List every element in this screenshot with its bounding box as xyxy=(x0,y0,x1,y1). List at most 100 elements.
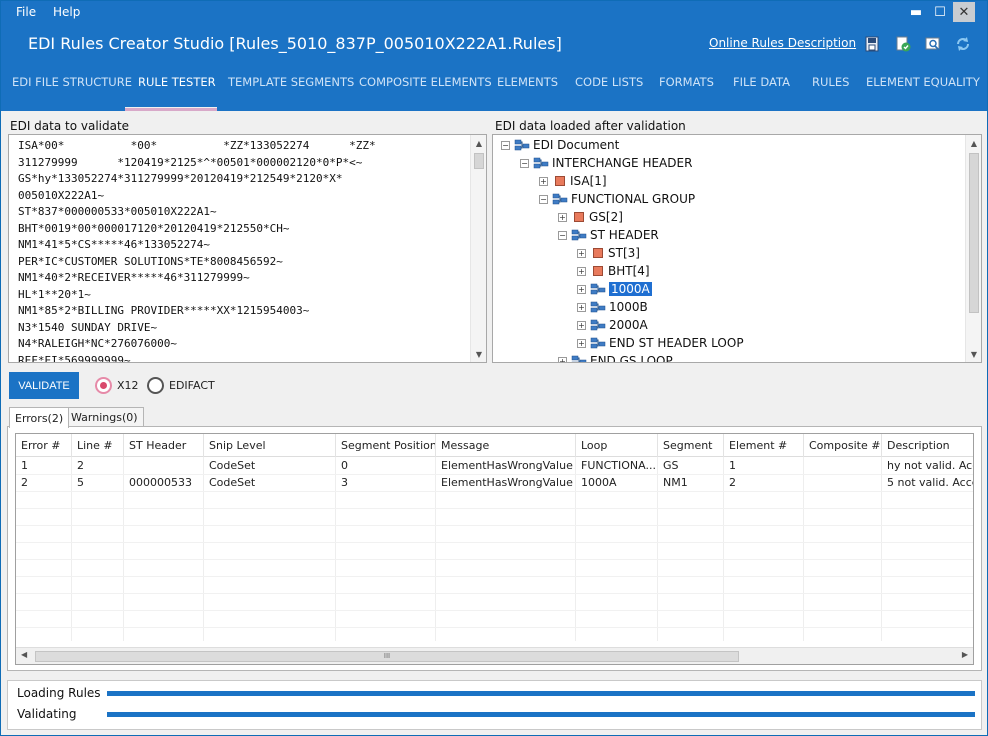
radio-selected-icon[interactable] xyxy=(95,377,112,394)
tab-rules[interactable]: RULES xyxy=(812,75,849,89)
tree-node-label[interactable]: 2000A xyxy=(609,318,648,332)
tab-warnings[interactable]: Warnings(0) xyxy=(65,407,144,427)
column-header[interactable]: Loop xyxy=(576,434,658,457)
tree-node-label[interactable]: BHT[4] xyxy=(608,264,650,278)
tree-node-label[interactable]: EDI Document xyxy=(533,138,619,152)
tree-node[interactable]: + ISA[1] xyxy=(539,172,607,190)
tab-composite-elements[interactable]: COMPOSITE ELEMENTS xyxy=(359,75,492,89)
expand-icon[interactable]: + xyxy=(577,302,586,312)
tree-node-label[interactable]: FUNCTIONAL GROUP xyxy=(571,192,695,206)
tree-node[interactable]: − FUNCTIONAL GROUP xyxy=(539,190,695,208)
tree-node[interactable]: + END GS LOOP xyxy=(558,352,673,362)
tree-node-label[interactable]: ST HEADER xyxy=(590,228,659,242)
tree-node[interactable]: + END ST HEADER LOOP xyxy=(577,334,744,352)
tree-node[interactable]: + BHT[4] xyxy=(577,262,650,280)
collapse-icon[interactable]: − xyxy=(501,140,510,150)
errors-grid[interactable]: Error # Line # ST Header Snip Level Segment … xyxy=(15,433,974,665)
table-row[interactable]: 1 2 CodeSet 0 ElementHasWrongValue FUNCTIONA.… xyxy=(16,457,973,474)
expand-icon[interactable]: + xyxy=(577,284,586,294)
scroll-thumb[interactable] xyxy=(474,153,484,169)
close-button[interactable]: ✕ xyxy=(953,2,975,22)
expand-icon[interactable]: + xyxy=(577,338,586,348)
tab-element-equality[interactable]: ELEMENT EQUALITY xyxy=(866,75,980,89)
save-icon[interactable] xyxy=(863,35,881,53)
menu-help[interactable]: Help xyxy=(53,5,80,19)
expand-icon[interactable]: + xyxy=(558,356,567,362)
column-header[interactable]: Description xyxy=(882,434,973,457)
tree-node-label[interactable]: INTERCHANGE HEADER xyxy=(552,156,692,170)
collapse-icon[interactable]: − xyxy=(520,158,529,168)
tree-node-label[interactable]: GS[2] xyxy=(589,210,623,224)
scroll-right-icon[interactable]: ▶ xyxy=(962,650,968,659)
tree-node[interactable]: − INTERCHANGE HEADER xyxy=(520,154,692,172)
expand-icon[interactable]: + xyxy=(539,176,548,186)
table-row[interactable]: 2 5 000000533 CodeSet 3 ElementHasWrongValue 1… xyxy=(16,474,973,491)
validate-document-icon[interactable] xyxy=(894,35,912,53)
tab-errors[interactable]: Errors(2) xyxy=(9,407,70,428)
scroll-down-icon[interactable]: ▼ xyxy=(471,346,486,362)
tab-elements[interactable]: ELEMENTS xyxy=(497,75,558,89)
edi-vertical-scrollbar[interactable]: ▲ ▼ xyxy=(470,135,486,362)
radio-unselected-icon[interactable] xyxy=(147,377,164,394)
tab-edi-file-structure[interactable]: EDI FILE STRUCTURE xyxy=(12,75,132,89)
column-header[interactable]: Element # xyxy=(724,434,804,457)
tab-file-data[interactable]: FILE DATA xyxy=(733,75,790,89)
validating-progress xyxy=(107,712,975,717)
scroll-left-icon[interactable]: ◀ xyxy=(21,650,27,659)
collapse-icon[interactable]: − xyxy=(558,230,567,240)
expand-icon[interactable]: + xyxy=(577,320,586,330)
tab-rule-tester[interactable]: RULE TESTER xyxy=(138,75,216,89)
column-header[interactable]: Segment xyxy=(658,434,724,457)
column-header[interactable]: ST Header xyxy=(124,434,204,457)
expand-icon[interactable]: + xyxy=(577,248,586,258)
table-cell xyxy=(804,457,882,474)
online-rules-link[interactable]: Online Rules Description xyxy=(709,36,856,50)
expand-icon[interactable]: + xyxy=(577,266,586,276)
column-header[interactable]: Error # xyxy=(16,434,72,457)
grid-horizontal-scrollbar[interactable]: ◀ III ▶ xyxy=(16,647,973,664)
minimize-button[interactable]: ▬ xyxy=(905,2,927,22)
edi-line: HL*1**20*1~ xyxy=(18,287,91,301)
edi-data-textarea[interactable]: ISA*00* *00* *ZZ*133052274 *ZZ* 311279999… xyxy=(8,134,487,363)
tree-node[interactable]: − ST HEADER xyxy=(558,226,659,244)
tree-vertical-scrollbar[interactable]: ▲ ▼ xyxy=(965,135,981,362)
tab-formats[interactable]: FORMATS xyxy=(659,75,714,89)
collapse-icon[interactable]: − xyxy=(539,194,548,204)
edi-data-text[interactable]: ISA*00* *00* *ZZ*133052274 *ZZ* 311279999… xyxy=(18,138,470,362)
radio-edifact-label: EDIFACT xyxy=(169,379,215,392)
menu-file[interactable]: File xyxy=(16,5,36,19)
tab-template-segments[interactable]: TEMPLATE SEGMENTS xyxy=(228,75,354,89)
tree-node-label[interactable]: 1000A xyxy=(609,282,652,296)
tree-node-label[interactable]: END ST HEADER LOOP xyxy=(609,336,744,350)
tree-node[interactable]: + ST[3] xyxy=(577,244,640,262)
tree-node[interactable]: − EDI Document xyxy=(501,136,619,154)
tree-node-label[interactable]: 1000B xyxy=(609,300,648,314)
column-header[interactable]: Snip Level xyxy=(204,434,336,457)
column-header[interactable]: Line # xyxy=(72,434,124,457)
scroll-thumb[interactable]: III xyxy=(35,651,739,662)
column-header[interactable]: Message xyxy=(436,434,576,457)
maximize-button[interactable]: ☐ xyxy=(929,2,951,22)
expand-icon[interactable]: + xyxy=(558,212,567,222)
validate-button[interactable]: VALIDATE xyxy=(9,372,79,399)
tree-node[interactable]: +2000A xyxy=(577,316,648,334)
edi-tree-view[interactable]: − EDI Document − INTERCHANGE HEADER + ISA[1] −… xyxy=(492,134,982,363)
column-header[interactable]: Segment Position xyxy=(336,434,436,457)
scroll-thumb[interactable] xyxy=(969,153,979,313)
refresh-icon[interactable] xyxy=(954,35,972,53)
table-cell: 000000533 xyxy=(129,476,192,489)
tree-node-label[interactable]: ISA[1] xyxy=(570,174,607,188)
scroll-up-icon[interactable]: ▲ xyxy=(966,135,981,151)
tab-code-lists[interactable]: CODE LISTS xyxy=(575,75,643,89)
tree-node[interactable]: +1000B xyxy=(577,298,648,316)
tree-node[interactable]: +1000A xyxy=(577,280,652,298)
radio-edifact[interactable]: EDIFACT xyxy=(147,377,215,394)
scroll-down-icon[interactable]: ▼ xyxy=(966,346,981,362)
tree-node-label[interactable]: END GS LOOP xyxy=(590,354,673,362)
tree-node-label[interactable]: ST[3] xyxy=(608,246,640,260)
scroll-up-icon[interactable]: ▲ xyxy=(471,135,486,151)
radio-x12[interactable]: X12 xyxy=(95,377,139,394)
preview-icon[interactable] xyxy=(924,35,942,53)
tree-node[interactable]: + GS[2] xyxy=(558,208,623,226)
column-header[interactable]: Composite # xyxy=(804,434,882,457)
